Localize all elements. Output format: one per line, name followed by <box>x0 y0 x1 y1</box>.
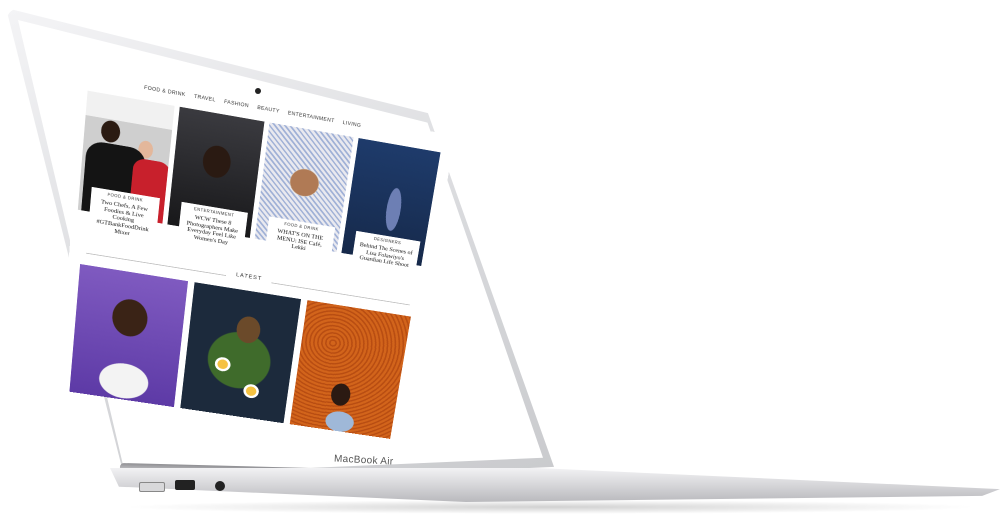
nav-item-living[interactable]: LIVING <box>341 121 361 135</box>
featured-row: FOOD & DRINK Two Chefs, A Few Foodies & … <box>75 90 441 296</box>
latest-row <box>69 264 411 439</box>
headphone-jack-icon <box>215 481 225 491</box>
nav-item-travel[interactable]: TRAVEL <box>193 94 216 109</box>
nav-item-beauty[interactable]: BEAUTY <box>256 106 280 121</box>
featured-card[interactable]: FOOD & DRINK WHAT'S ON THE MENU: ISE Caf… <box>251 122 354 281</box>
latest-heading: LATEST <box>225 270 272 284</box>
latest-item-portrait-photo[interactable] <box>69 264 189 408</box>
usb-port-icon <box>175 480 195 490</box>
nav-item-fashion[interactable]: FASHION <box>223 100 249 116</box>
latest-item-scotch-eggs-photo[interactable] <box>180 282 301 424</box>
featured-card[interactable]: DESIGNERS Behind The Scenes of Lisa Fola… <box>337 137 441 295</box>
latest-item-beans-portrait-photo[interactable] <box>289 300 411 439</box>
magsafe-port-icon <box>139 482 165 492</box>
featured-card[interactable]: ENTERTAINMENT WCW These 8 Photographers … <box>164 106 265 268</box>
laptop-mockup: FOOD & DRINK TRAVEL FASHION BEAUTY ENTER… <box>0 0 1000 522</box>
website-page: FOOD & DRINK TRAVEL FASHION BEAUTY ENTER… <box>58 70 456 441</box>
featured-title[interactable]: Two Chefs, A Few Foodies & Live Cooking … <box>93 198 153 240</box>
featured-card[interactable]: FOOD & DRINK Two Chefs, A Few Foodies & … <box>75 90 175 254</box>
screen-area: FOOD & DRINK TRAVEL FASHION BEAUTY ENTER… <box>0 0 1000 522</box>
featured-card-caption: FOOD & DRINK Two Chefs, A Few Foodies & … <box>87 186 160 246</box>
